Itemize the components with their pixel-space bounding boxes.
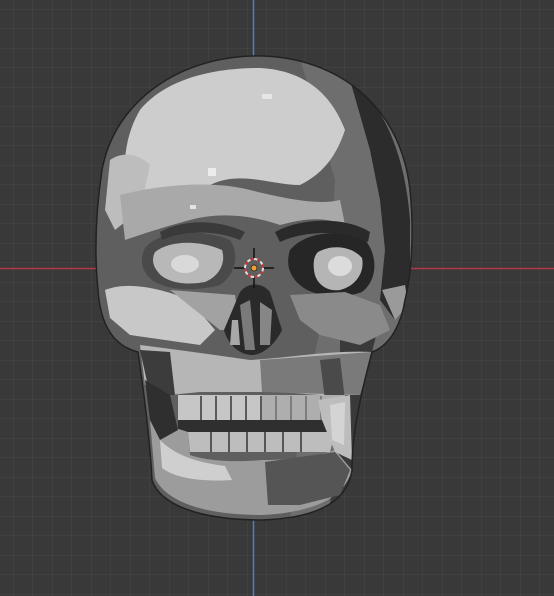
viewport-canvas[interactable] xyxy=(0,0,554,596)
3d-viewport[interactable] xyxy=(0,0,554,596)
object-origin-icon xyxy=(250,264,258,272)
